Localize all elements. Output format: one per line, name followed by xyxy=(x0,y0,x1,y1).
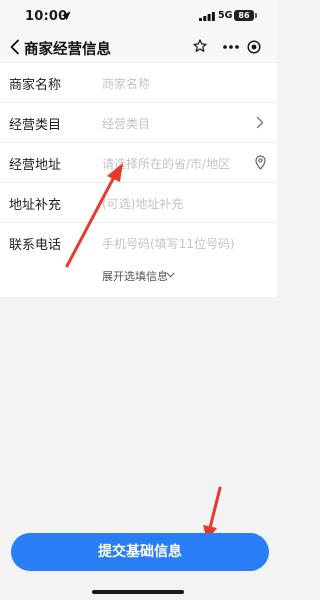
chevron-right-icon xyxy=(256,116,264,129)
more-icon[interactable] xyxy=(222,44,240,50)
field-label: 地址补充 xyxy=(9,198,62,213)
form-row-merchant-name[interactable]: 商家名称 商家名称 xyxy=(0,63,277,103)
close-target-icon[interactable] xyxy=(247,40,261,54)
form-row-address-supplement[interactable]: 地址补充 (可选)地址补充 xyxy=(0,183,277,223)
annotation-arrow-address xyxy=(65,163,123,268)
merchant-info-form: 商家名称 商家名称 经营类目 经营类目 经营地址 请选择所在的省/市/地区 地址… xyxy=(0,63,277,297)
home-indicator[interactable] xyxy=(92,590,184,594)
status-bar: 10:00 5G 86 xyxy=(0,0,277,34)
chevron-down-icon xyxy=(166,272,175,278)
location-arrow-icon xyxy=(61,11,71,21)
star-icon[interactable] xyxy=(193,39,207,53)
page-title: 商家经营信息 xyxy=(24,42,111,58)
field-label: 经营地址 xyxy=(9,158,62,173)
battery-tip xyxy=(255,13,257,18)
field-label: 经营类目 xyxy=(9,118,62,133)
field-label: 联系电话 xyxy=(9,238,62,253)
merchant-name-input[interactable]: 商家名称 xyxy=(102,75,150,92)
expand-optional-section: 展开选填信息 xyxy=(0,263,277,297)
field-label: 商家名称 xyxy=(9,78,62,93)
form-row-business-category[interactable]: 经营类目 经营类目 xyxy=(0,103,277,143)
network-type: 5G xyxy=(218,10,233,21)
location-pin-icon[interactable] xyxy=(255,155,266,170)
cellular-signal-icon xyxy=(199,12,215,21)
form-row-business-address[interactable]: 经营地址 请选择所在的省/市/地区 xyxy=(0,143,277,183)
submit-basic-info-button[interactable]: 提交基础信息 xyxy=(11,533,269,571)
nav-bar: 商家经营信息 xyxy=(0,34,277,62)
business-category-select[interactable]: 经营类目 xyxy=(102,115,150,132)
back-chevron-icon[interactable] xyxy=(9,39,21,55)
battery-indicator: 86 xyxy=(234,10,254,21)
form-row-contact-phone[interactable]: 联系电话 手机号码(填写11位号码) xyxy=(0,223,277,263)
